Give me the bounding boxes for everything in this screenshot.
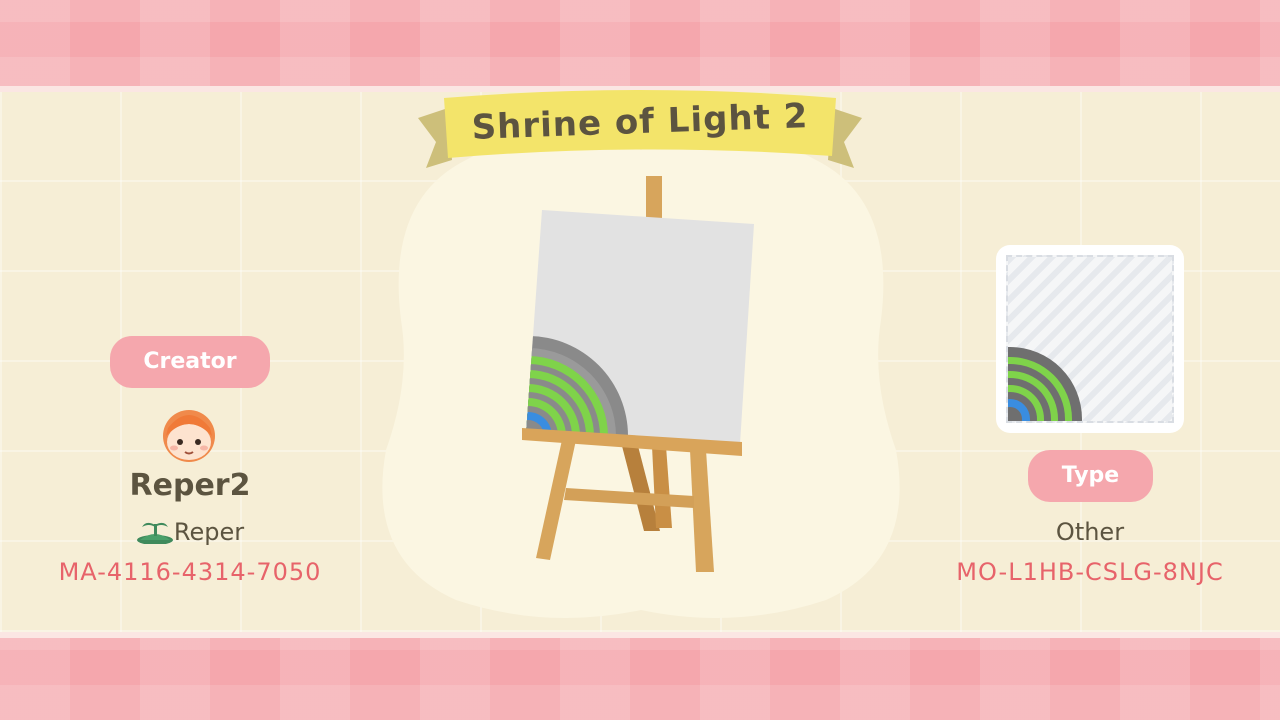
- easel-canvas-preview: [510, 176, 770, 576]
- creator-label: Creator: [110, 336, 270, 388]
- pattern-thumbnail: [1006, 255, 1174, 423]
- island-row: Reper: [40, 518, 340, 546]
- bottom-pink-band: [0, 632, 1280, 720]
- type-label: Type: [1028, 450, 1153, 502]
- title-banner: Shrine of Light 2: [418, 78, 862, 170]
- island-name: Reper: [173, 518, 245, 546]
- design-code: MO-L1HB-CSLG-8NJC: [956, 558, 1224, 586]
- villager-avatar-icon: [160, 406, 218, 462]
- creator-code: MA-4116-4314-7050: [58, 558, 322, 586]
- pattern-preview: [996, 245, 1184, 433]
- type-value: Other: [1055, 518, 1125, 546]
- island-palm-icon: [136, 518, 174, 545]
- creator-name: Reper2: [129, 468, 251, 503]
